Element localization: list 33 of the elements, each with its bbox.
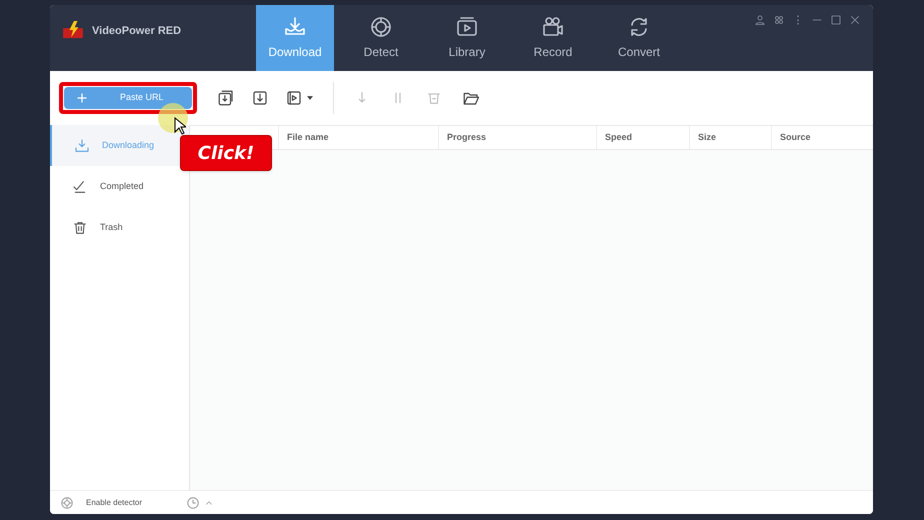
column-header[interactable]: Speed [605,130,632,144]
lightning-logo-icon [62,21,84,39]
play-window-icon [455,15,479,39]
grid-icon[interactable] [773,14,785,26]
app-title: VideoPower RED [92,24,182,39]
plus-icon [76,92,88,104]
nav-tab[interactable]: Convert [600,5,678,71]
column-header[interactable]: Size [698,130,716,144]
checklist-icon [72,178,88,194]
download-icon[interactable] [251,89,269,107]
mouse-pointer-icon [174,117,186,135]
film-icon [285,89,303,107]
column-header[interactable]: Source [780,130,811,144]
column-header[interactable]: File name [287,130,329,144]
video-dropdown[interactable] [285,89,313,107]
download-icon [74,138,90,154]
column-header[interactable]: Progress [447,130,486,144]
clock-icon[interactable] [186,496,200,510]
maximize-icon[interactable] [830,14,842,26]
nav-tab[interactable]: Record [514,5,592,71]
nav-tab[interactable]: Detect [342,5,420,71]
detector-label: Enable detector [86,496,142,508]
user-icon[interactable] [754,14,766,26]
batch-download-icon[interactable] [217,89,235,107]
close-icon[interactable] [849,14,861,26]
click-callout: Click! [180,135,272,171]
camera-icon [541,15,565,39]
crosshair-icon[interactable] [60,496,74,510]
crosshair-icon [369,15,393,39]
nav-tab[interactable]: Library [428,5,506,71]
caret-icon [307,96,313,100]
sidebar-item[interactable]: Trash [50,207,189,248]
trash-icon [72,220,88,236]
